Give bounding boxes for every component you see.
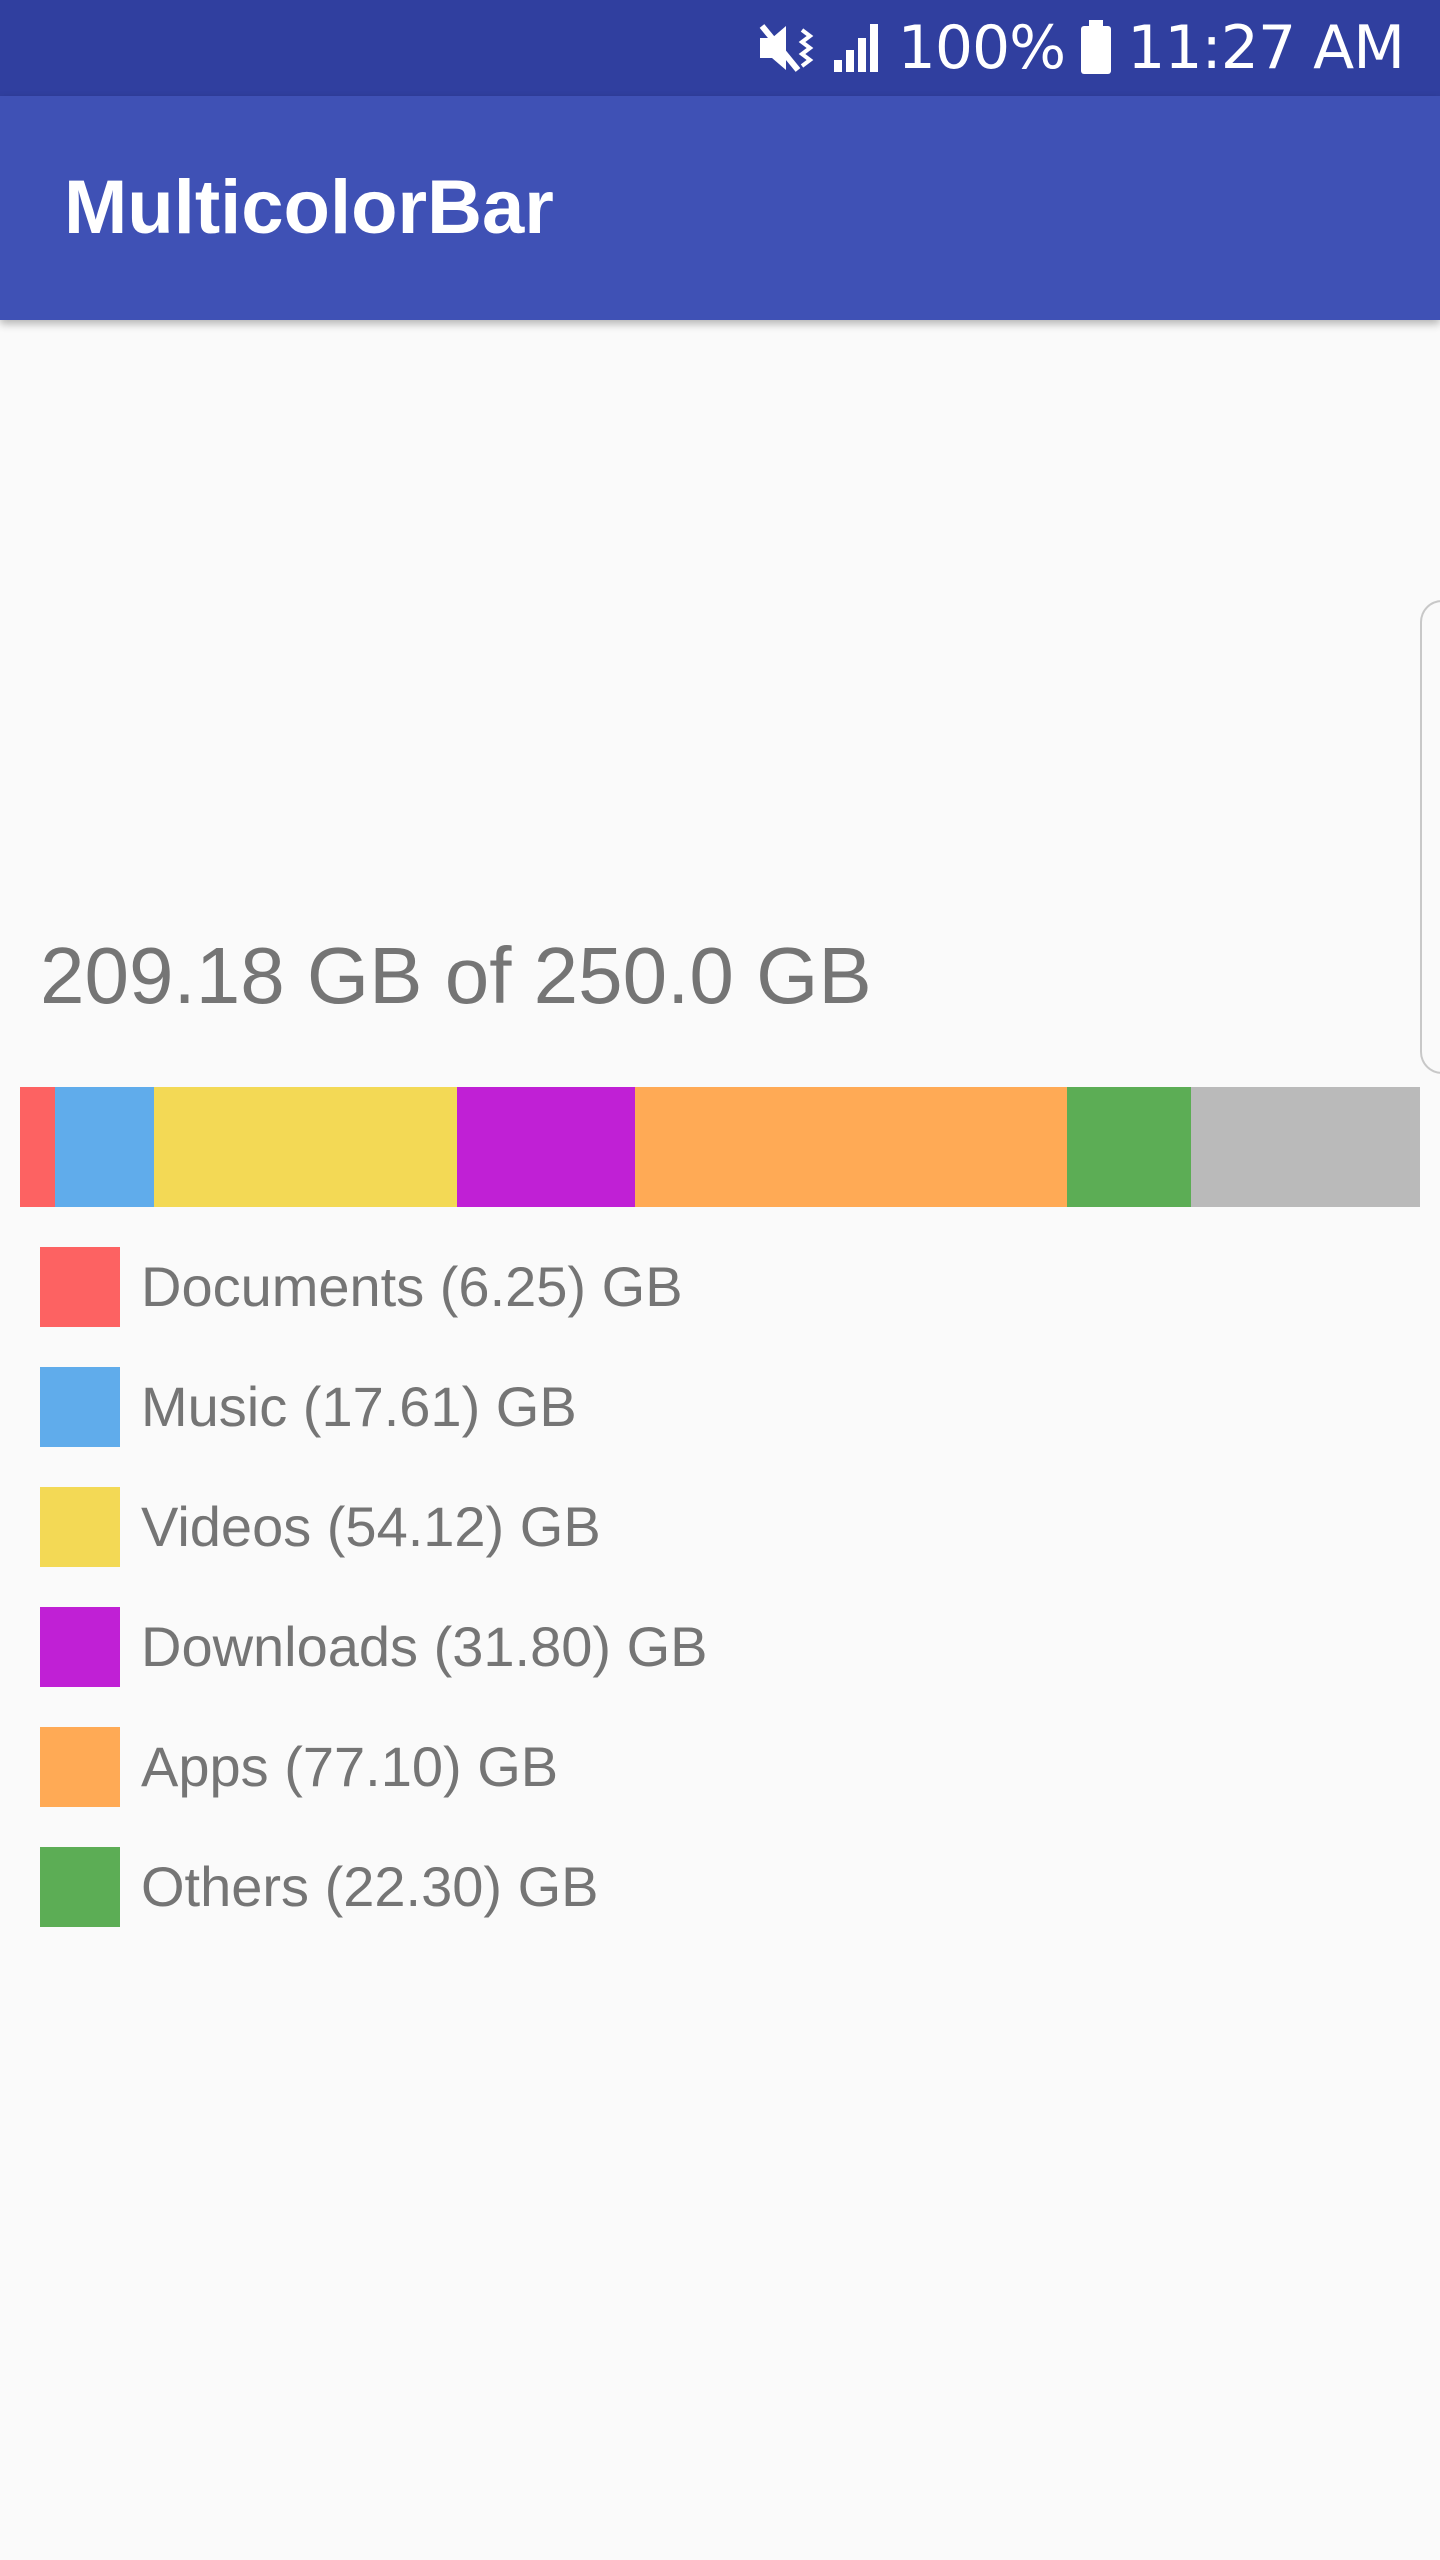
legend-swatch (40, 1367, 120, 1447)
app-title: MulticolorBar (64, 165, 554, 250)
vibrate-mute-icon (758, 20, 818, 76)
legend-swatch (40, 1487, 120, 1567)
clock: 11:27 AM (1127, 13, 1405, 83)
legend-label: Others (22.30) GB (141, 1855, 599, 1918)
legend-label: Music (17.61) GB (141, 1375, 577, 1438)
battery-percent: 100% (897, 13, 1067, 83)
app-bar: MulticolorBar (0, 96, 1440, 320)
segment-others (1066, 1087, 1192, 1207)
signal-icon (832, 22, 884, 74)
segment-downloads (456, 1087, 635, 1207)
storage-summary: 209.18 GB of 250.0 GB (40, 931, 872, 1020)
legend-swatch (40, 1607, 120, 1687)
edge-panel-handle[interactable] (1420, 600, 1440, 1074)
legend-swatch (40, 1247, 120, 1327)
legend-swatch (40, 1727, 120, 1807)
segment-music (55, 1087, 154, 1207)
legend-label: Apps (77.10) GB (141, 1735, 559, 1798)
segment-documents (20, 1087, 55, 1207)
battery-icon (1079, 20, 1113, 76)
status-bar: 100% 11:27 AM (0, 0, 1440, 96)
legend-label: Downloads (31.80) GB (141, 1615, 708, 1678)
segment-free-space (1191, 1087, 1420, 1207)
multicolor-storage-bar (20, 1087, 1420, 1207)
segment-videos (153, 1087, 457, 1207)
legend-label: Videos (54.12) GB (141, 1495, 601, 1558)
segment-apps (634, 1087, 1067, 1207)
legend-swatch (40, 1847, 120, 1927)
status-icons: 100% 11:27 AM (758, 0, 1405, 96)
legend-label: Documents (6.25) GB (141, 1255, 683, 1318)
